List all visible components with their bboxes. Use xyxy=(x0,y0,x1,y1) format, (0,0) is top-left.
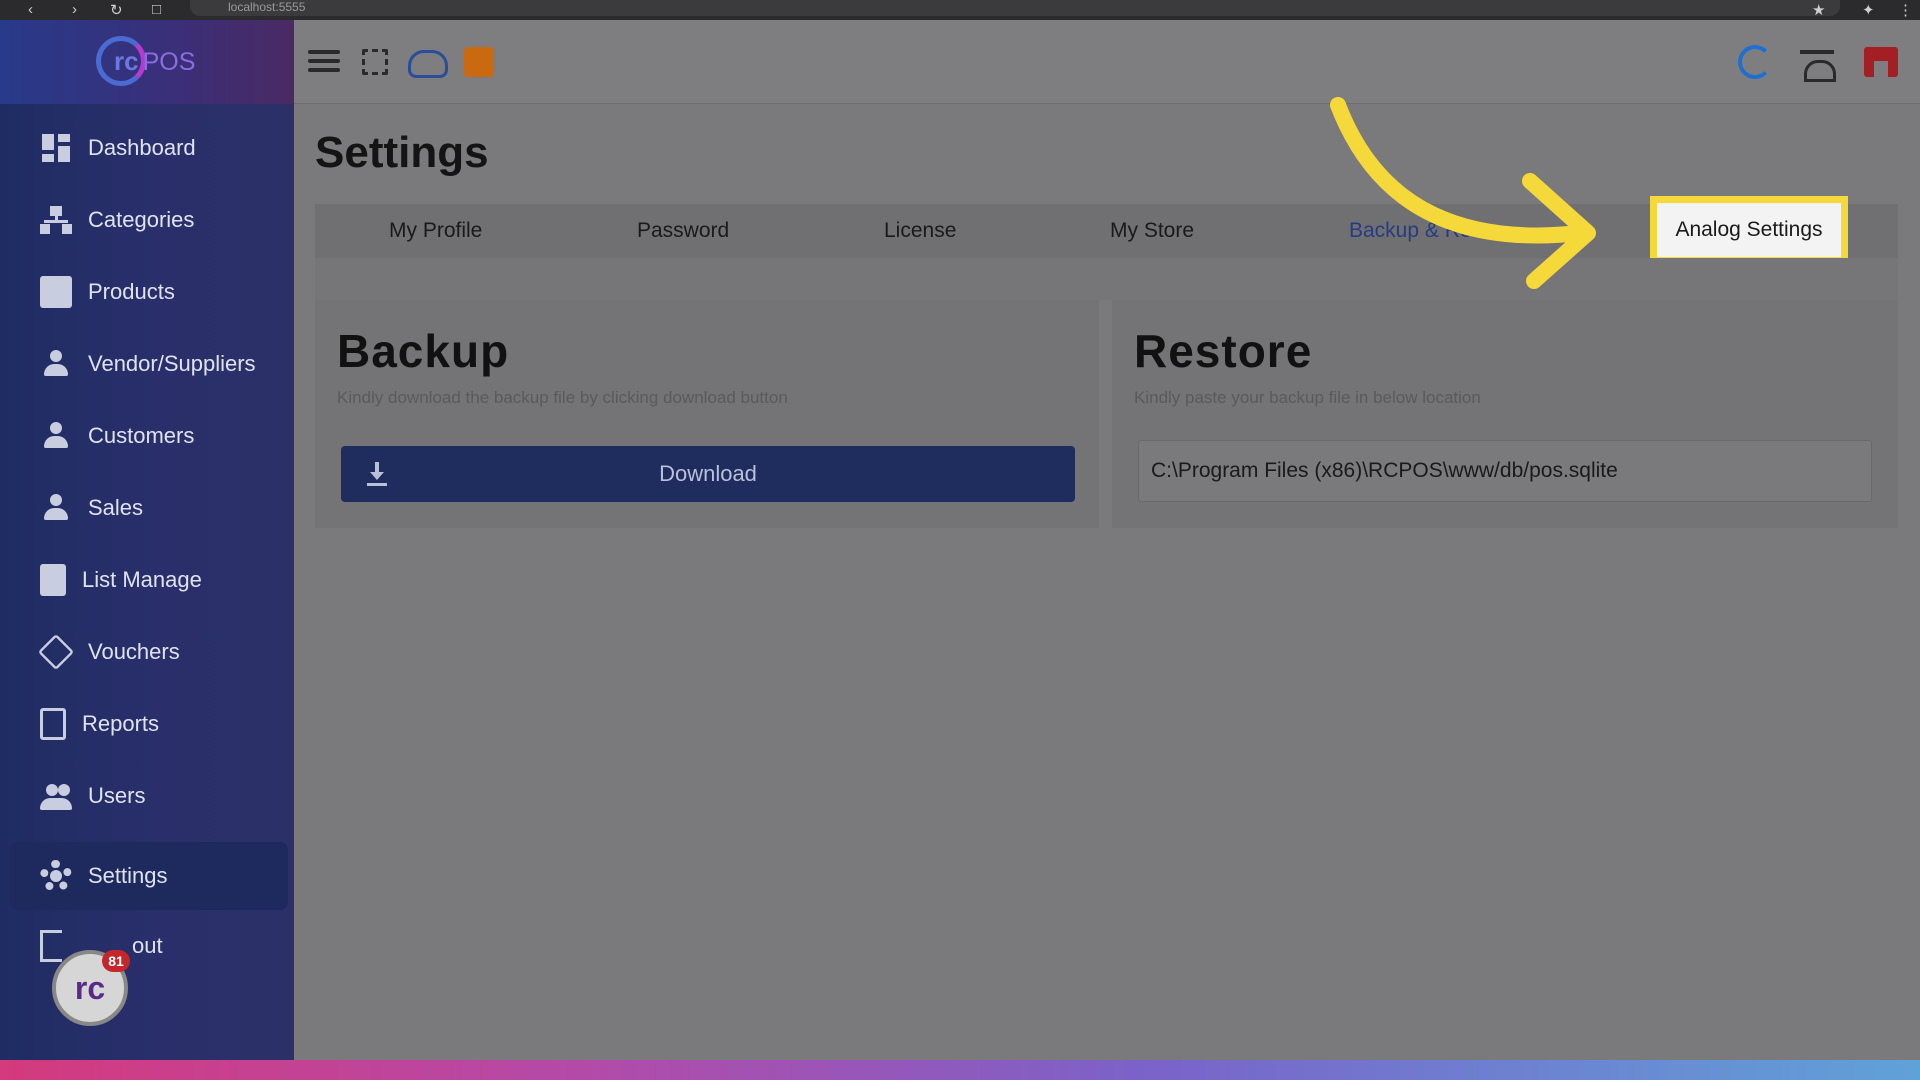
tab-analog-settings[interactable]: Analog Settings xyxy=(1650,196,1848,264)
logout-icon xyxy=(40,930,62,962)
sidebar-item-logout[interactable]: out xyxy=(10,910,288,982)
page-title: Settings xyxy=(315,128,489,177)
download-button[interactable]: Download xyxy=(341,446,1075,502)
wallet-icon[interactable] xyxy=(464,47,494,77)
clipboard-icon xyxy=(40,564,66,596)
sidebar-item-label: Settings xyxy=(88,863,168,888)
forward-icon[interactable]: › xyxy=(72,1,77,18)
sidebar-item-label: List Manage xyxy=(82,567,202,592)
home-icon[interactable]: □ xyxy=(152,1,161,18)
bottom-gradient-bar xyxy=(0,1060,1920,1080)
backup-description: Kindly download the backup file by click… xyxy=(337,388,788,407)
bookmark-icon[interactable]: ★ xyxy=(1812,1,1825,19)
sidebar-item-label: Users xyxy=(88,783,146,808)
backup-title: Backup xyxy=(337,325,510,377)
tag-icon xyxy=(37,633,75,671)
restore-card: Restore Kindly paste your backup file in… xyxy=(1112,300,1898,528)
sync-icon[interactable] xyxy=(1738,45,1772,79)
sidebar-item-customers[interactable]: Customers xyxy=(10,400,288,472)
browser-menu-icon[interactable]: ⋮ xyxy=(1898,1,1913,19)
reload-icon[interactable]: ↻ xyxy=(110,1,123,19)
sidebar-menu: Dashboard Categories Products Vendor/Sup… xyxy=(10,112,288,982)
tab-content-divider xyxy=(315,258,1898,300)
sidebar-item-categories[interactable]: Categories xyxy=(10,184,288,256)
sidebar-item-list-manage[interactable]: List Manage xyxy=(10,544,288,616)
logo-suffix: POS xyxy=(142,48,196,76)
sidebar-item-label: Products xyxy=(88,279,175,304)
fullscreen-icon[interactable] xyxy=(362,49,388,75)
sidebar-item-label: Sales xyxy=(88,495,144,520)
logo-text: rc POS xyxy=(114,46,195,77)
tab-my-profile[interactable]: My Profile xyxy=(389,204,482,258)
categories-icon xyxy=(40,204,72,236)
back-icon[interactable]: ‹ xyxy=(28,1,33,18)
extensions-icon[interactable]: ✦ xyxy=(1862,1,1875,19)
sales-icon xyxy=(40,492,72,524)
sidebar-item-label: Customers xyxy=(88,423,195,448)
sidebar-item-label: Reports xyxy=(82,711,160,736)
restore-title: Restore xyxy=(1134,325,1313,377)
brand-logo[interactable]: rc POS xyxy=(0,20,294,104)
sidebar-item-label: Dashboard xyxy=(88,135,196,160)
backup-card: Backup Kindly download the backup file b… xyxy=(315,300,1099,528)
sidebar-item-label: out xyxy=(132,933,163,958)
backup-path-input[interactable] xyxy=(1138,440,1872,502)
browser-toolbar: ‹ › ↻ □ localhost:5555 ★ ✦ ⋮ xyxy=(0,0,1920,20)
customer-icon xyxy=(40,420,72,452)
download-button-label: Download xyxy=(659,461,757,486)
gear-icon xyxy=(40,860,72,892)
scale-icon[interactable] xyxy=(1798,44,1836,82)
address-bar[interactable]: localhost:5555 xyxy=(190,0,1840,16)
sidebar-item-label: Vendor/Suppliers xyxy=(88,351,256,376)
store-icon[interactable] xyxy=(1864,47,1898,77)
sidebar-item-users[interactable]: Users xyxy=(10,760,288,832)
sidebar-item-vendor-suppliers[interactable]: Vendor/Suppliers xyxy=(10,328,288,400)
menu-icon[interactable] xyxy=(306,44,342,80)
users-icon xyxy=(40,780,72,812)
sidebar-item-vouchers[interactable]: Vouchers xyxy=(10,616,288,688)
tab-license[interactable]: License xyxy=(884,204,956,258)
sidebar-item-settings[interactable]: Settings xyxy=(10,842,288,910)
sidebar-item-label: Vouchers xyxy=(88,639,180,664)
restore-description: Kindly paste your backup file in below l… xyxy=(1134,388,1481,407)
sidebar-item-reports[interactable]: Reports xyxy=(10,688,288,760)
sidebar-item-dashboard[interactable]: Dashboard xyxy=(10,112,288,184)
products-icon xyxy=(40,276,72,308)
tutorial-arrow-icon xyxy=(1330,97,1596,289)
tab-password[interactable]: Password xyxy=(637,204,729,258)
sidebar: rc POS Dashboard Categories Products Vend… xyxy=(0,20,294,1060)
sidebar-item-products[interactable]: Products xyxy=(10,256,288,328)
sidebar-item-label: Categories xyxy=(88,207,195,232)
vendor-icon xyxy=(40,348,72,380)
download-icon xyxy=(367,462,387,486)
url-text: localhost:5555 xyxy=(228,0,306,14)
top-bar xyxy=(294,20,1920,104)
notification-count-badge: 81 xyxy=(102,950,130,972)
tab-my-store[interactable]: My Store xyxy=(1110,204,1194,258)
sidebar-item-sales[interactable]: Sales xyxy=(10,472,288,544)
report-icon xyxy=(40,708,66,740)
avatar-initials: rc xyxy=(74,969,106,1006)
cloud-print-icon[interactable] xyxy=(408,50,448,78)
dashboard-icon xyxy=(40,132,72,164)
logo-initials: rc xyxy=(114,46,139,76)
